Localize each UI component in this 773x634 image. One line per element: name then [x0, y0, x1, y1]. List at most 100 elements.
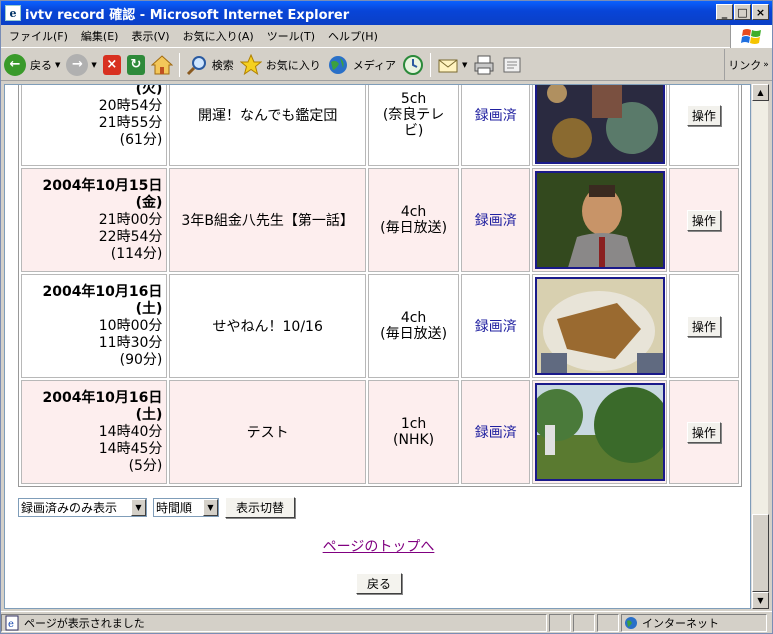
duration: (61分) [119, 132, 163, 148]
filter-select[interactable]: 録画済みのみ表示 ▼ [18, 498, 147, 517]
close-button[interactable]: × [752, 4, 769, 20]
operate-button[interactable]: 操作 [686, 104, 721, 126]
page-icon: e [5, 615, 19, 630]
status-text: ページが表示されました [24, 616, 145, 630]
scroll-down-arrow-icon[interactable]: ▼ [752, 592, 769, 609]
zone-text: インターネット [642, 616, 719, 630]
sort-select[interactable]: 時間順 ▼ [153, 498, 219, 517]
back-label: 戻る [30, 58, 52, 72]
thumbnail-image[interactable] [534, 277, 665, 375]
scroll-thumb[interactable] [752, 514, 769, 592]
dropdown-arrow-icon[interactable]: ▼ [91, 61, 96, 69]
search-label: 検索 [211, 58, 234, 72]
date-cell: 2004年10月16日 (土) 14時40分 14時45分 (5分) [21, 380, 168, 484]
operation-cell: 操作 [668, 380, 739, 484]
menu-bar: ファイル(F) 編集(E) 表示(V) お気に入り(A) ツール(T) ヘルプ(… [1, 25, 772, 48]
links-label: リンク [728, 59, 762, 72]
channel-name-cont: ビ) [403, 123, 424, 139]
program-title: 開運！なんでも鑑定団 [169, 85, 366, 166]
end-time: 22時54分 [98, 228, 163, 245]
windows-logo-icon [730, 25, 772, 48]
start-time: 21時00分 [98, 211, 163, 228]
channel-cell: 5ch (奈良テレ ビ) [367, 85, 460, 166]
stop-button[interactable]: × [100, 51, 124, 79]
maximize-button[interactable]: □ [734, 4, 751, 20]
back-toolbar-button[interactable]: ← 戻る ▼ [1, 51, 63, 79]
search-button[interactable]: 検索 [183, 51, 237, 79]
operate-button[interactable]: 操作 [686, 421, 721, 443]
channel-number: 1ch [400, 416, 427, 432]
record-weekday: (火) [135, 84, 163, 97]
end-time: 14時45分 [98, 440, 163, 457]
status-link[interactable]: 録画済 [461, 85, 531, 166]
chevron-down-icon[interactable]: ▼ [131, 499, 146, 516]
minimize-button[interactable]: _ [716, 4, 733, 20]
program-title: テスト [169, 380, 366, 484]
channel-cell: 4ch (毎日放送) [367, 274, 460, 378]
refresh-icon: ↻ [126, 54, 145, 75]
chevron-right-icon: » [763, 60, 769, 70]
print-button[interactable] [470, 51, 498, 79]
operate-button[interactable]: 操作 [686, 315, 721, 337]
record-weekday: (土) [135, 300, 163, 317]
status-bar: e ページが表示されました インターネット [1, 611, 772, 633]
edit-button[interactable] [498, 51, 526, 79]
status-link[interactable]: 録画済 [461, 274, 531, 378]
sort-select-value: 時間順 [156, 501, 193, 515]
chevron-down-icon[interactable]: ▼ [203, 499, 218, 516]
channel-name: (毎日放送) [380, 220, 448, 236]
favorites-button[interactable]: お気に入り [237, 51, 324, 79]
switch-display-button[interactable]: 表示切替 [225, 497, 296, 518]
mail-icon [438, 59, 458, 72]
record-weekday: (土) [135, 406, 163, 423]
end-time: 11時30分 [98, 334, 163, 351]
thumbnail-cell [532, 85, 667, 166]
date-cell: 2004年10月15日 (金) 21時00分 22時54分 (114分) [21, 168, 168, 272]
channel-name: (NHK) [393, 432, 435, 448]
star-icon [239, 53, 262, 75]
forward-toolbar-button[interactable]: → ▼ [63, 51, 99, 79]
status-link[interactable]: 録画済 [461, 168, 531, 272]
menu-file[interactable]: ファイル(F) [4, 28, 73, 44]
home-button[interactable] [148, 51, 176, 79]
status-message: e ページが表示されました [1, 613, 547, 632]
channel-cell: 1ch (NHK) [367, 380, 460, 484]
status-link[interactable]: 録画済 [461, 380, 531, 484]
dropdown-arrow-icon[interactable]: ▼ [55, 61, 60, 69]
scroll-up-arrow-icon[interactable]: ▲ [752, 84, 769, 101]
menu-favorites[interactable]: お気に入り(A) [178, 28, 259, 44]
media-label: メディア [352, 58, 397, 72]
history-button[interactable] [399, 51, 427, 79]
thumbnail-image[interactable] [534, 85, 665, 164]
refresh-button[interactable]: ↻ [124, 51, 148, 79]
menu-help[interactable]: ヘルプ(H) [323, 28, 383, 44]
thumbnail-image[interactable] [534, 383, 665, 481]
dropdown-arrow-icon[interactable]: ▼ [462, 61, 467, 69]
operation-cell: 操作 [668, 85, 739, 166]
ie-page-icon: e [5, 5, 21, 21]
channel-name: (奈良テレ [382, 107, 445, 123]
program-title: せやねん！10/16 [169, 274, 366, 378]
mail-button[interactable]: ▼ [434, 51, 470, 79]
channel-number: 4ch [400, 310, 427, 326]
internet-globe-icon [625, 616, 637, 629]
vertical-scrollbar[interactable]: ▲ ▼ [751, 84, 769, 609]
page-top-link[interactable]: ページのトップへ [5, 536, 750, 556]
menu-tools[interactable]: ツール(T) [262, 28, 320, 44]
table-row: (火) 20時54分 21時55分 (61分) 開運！なんでも鑑定団 5ch (奈良テレ ビ)… [21, 84, 739, 166]
display-controls: 録画済みのみ表示 ▼ 時間順 ▼ 表示切替 [18, 497, 296, 518]
svg-text:e: e [8, 619, 14, 630]
start-time: 14時40分 [98, 423, 163, 440]
edit-page-icon [503, 57, 521, 72]
home-icon [150, 54, 173, 74]
media-button[interactable]: メディア [324, 51, 399, 79]
back-button[interactable]: 戻る [356, 573, 403, 594]
links-toolbar[interactable]: リンク » [724, 49, 772, 81]
toolbar-separator [430, 52, 432, 77]
favorites-label: お気に入り [265, 58, 321, 72]
menu-view[interactable]: 表示(V) [126, 28, 174, 44]
channel-name: (毎日放送) [380, 326, 448, 342]
thumbnail-image[interactable] [534, 171, 665, 269]
operate-button[interactable]: 操作 [686, 209, 721, 231]
menu-edit[interactable]: 編集(E) [76, 28, 124, 44]
